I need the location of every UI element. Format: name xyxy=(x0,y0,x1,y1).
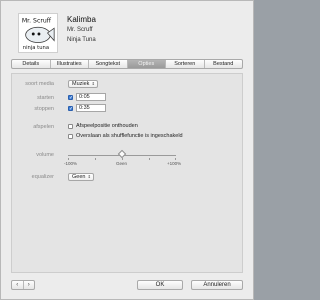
volume-max-label: +100% xyxy=(167,161,182,166)
remember-position-label: Afspeelpositie onthouden xyxy=(76,123,138,129)
start-checkbox[interactable]: ✓ xyxy=(68,95,73,101)
tab-sorting[interactable]: Sorteren xyxy=(165,60,204,68)
stop-time-field[interactable]: 0:35 xyxy=(76,104,106,112)
track-album: Ninja Tuna xyxy=(67,37,96,43)
track-navigation: ‹ › xyxy=(11,280,35,290)
skip-shuffle-label: Overslaan als shufflefunctie is ingescha… xyxy=(76,133,183,139)
track-title: Kalimba xyxy=(67,15,96,24)
equalizer-value: Geen xyxy=(72,174,86,180)
media-kind-value: Muziek xyxy=(72,81,90,87)
tab-bar: Details Illustraties Songtekst Opties So… xyxy=(11,59,243,69)
media-kind-select[interactable]: Muziek ⇕ xyxy=(68,80,98,88)
volume-mid-label: Geen xyxy=(116,161,128,166)
volume-slider-knob[interactable] xyxy=(117,149,127,159)
track-artist: Mr. Scruff xyxy=(67,27,93,33)
select-arrows-icon: ⇕ xyxy=(91,81,95,86)
svg-text:ninja tuna: ninja tuna xyxy=(23,45,49,51)
ok-button[interactable]: OK xyxy=(137,280,183,290)
equalizer-select[interactable]: Geen ⇕ xyxy=(68,173,94,181)
cancel-button[interactable]: Annuleren xyxy=(191,280,243,290)
chevron-right-icon: › xyxy=(27,282,30,288)
album-artwork-image: Mr. Scruff ninja tuna xyxy=(19,14,57,52)
tab-details[interactable]: Details xyxy=(12,60,50,68)
previous-track-button[interactable]: ‹ xyxy=(12,281,23,289)
skip-shuffle-checkbox[interactable] xyxy=(68,134,73,139)
volume-tick xyxy=(68,158,69,160)
svg-text:Mr. Scruff: Mr. Scruff xyxy=(22,18,52,25)
media-kind-label: soort media xyxy=(25,81,54,87)
remember-position-checkbox[interactable] xyxy=(68,124,73,129)
playback-label: afspelen xyxy=(33,124,54,130)
volume-tick xyxy=(149,158,150,160)
tab-file[interactable]: Bestand xyxy=(203,60,243,68)
start-label: starten xyxy=(37,95,54,101)
tab-artwork[interactable]: Illustraties xyxy=(49,60,89,68)
next-track-button[interactable]: › xyxy=(22,281,35,289)
volume-tick xyxy=(175,158,176,160)
tab-lyrics[interactable]: Songtekst xyxy=(88,60,127,68)
options-panel: soort media Muziek ⇕ starten ✓ 0:05 stop… xyxy=(11,73,243,273)
track-info-window: Mr. Scruff ninja tuna Kalimba Mr. Scruff… xyxy=(0,0,254,300)
volume-min-label: -100% xyxy=(64,161,78,166)
select-arrows-icon: ⇕ xyxy=(87,174,91,179)
start-time-field[interactable]: 0:05 xyxy=(76,93,106,101)
equalizer-label: equalizer xyxy=(31,174,54,180)
stop-checkbox[interactable]: ✓ xyxy=(68,106,73,112)
volume-tick xyxy=(122,158,123,160)
tab-options[interactable]: Opties xyxy=(126,60,165,68)
stop-label: stoppen xyxy=(34,106,54,112)
volume-tick xyxy=(95,158,96,160)
chevron-left-icon: ‹ xyxy=(16,282,19,288)
album-artwork[interactable]: Mr. Scruff ninja tuna xyxy=(18,13,58,53)
volume-label: volume xyxy=(36,152,54,158)
